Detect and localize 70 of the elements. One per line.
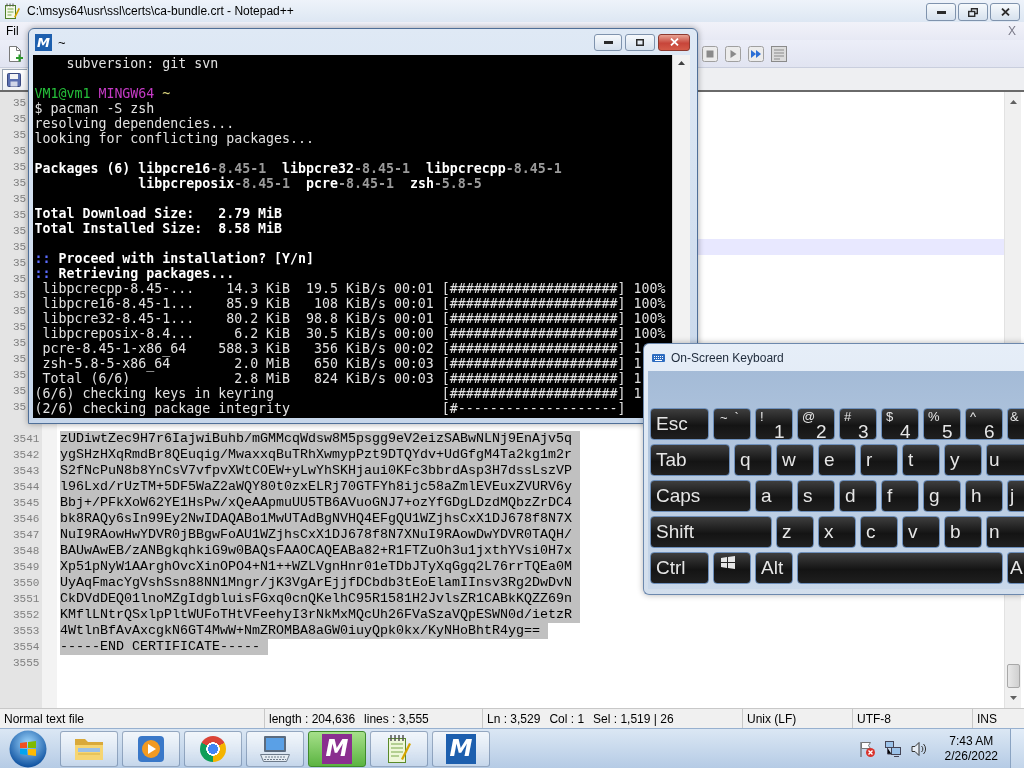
line-number: 3546 xyxy=(13,513,40,526)
line-number: 35 xyxy=(13,129,27,142)
terminal-line: resolving dependencies... xyxy=(34,116,235,131)
m-logo-icon: M xyxy=(322,733,352,764)
terminal-line: Packages (6) libpcre16-8.45-1 libpcre32-8.45-1 libpcrecpp-8.45-1 xyxy=(34,161,562,176)
status-text: UTF-8 xyxy=(857,711,891,726)
line-number: 35 xyxy=(13,113,27,126)
window-title: C:\msys64\usr\ssl\certs\ca-bundle.crt - Notepad++ xyxy=(27,4,294,18)
line-number: 35 xyxy=(13,401,27,414)
line-number: 35 xyxy=(13,225,27,238)
line-number: 3548 xyxy=(13,545,40,558)
line-number: 35 xyxy=(13,369,27,382)
line-number: 3543 xyxy=(13,465,40,478)
status-text: Col : 1 xyxy=(549,711,585,726)
terminal-line: (6/6) checking keys in keyring [#####################] 1 xyxy=(34,386,642,401)
terminal-line: $ pacman -S zsh xyxy=(34,101,155,116)
line-number: 3541 xyxy=(13,433,40,446)
line-number: 3553 xyxy=(13,625,40,638)
line-number: 35 xyxy=(13,193,27,206)
line-number: 3547 xyxy=(13,529,40,542)
line-number: 35 xyxy=(13,273,27,286)
m-logo-icon: M xyxy=(35,33,52,51)
terminal-line: libpcreposix-8.45-1 pcre-8.45-1 zsh-5.8-5 xyxy=(137,176,482,191)
line-number: 35 xyxy=(13,257,27,270)
line-number: 35 xyxy=(13,385,27,398)
terminal-line: libpcreposix-8.4... 6.2 KiB 30.5 KiB/s 00:00 [#####################] 100% xyxy=(41,326,666,341)
status-text: INS xyxy=(977,711,997,726)
status-text: lines : 3,555 xyxy=(364,711,429,726)
terminal-line: Total Installed Size: 8.58 MiB xyxy=(34,221,283,236)
status-text: Sel : 1,519 | 26 xyxy=(593,711,674,726)
line-number: 3544 xyxy=(13,481,40,494)
line-number: 35 xyxy=(13,337,27,350)
terminal-line: libpcre16-8.45-1... 85.9 KiB 108 KiB/s 00:01 [#####################] 100% xyxy=(41,296,666,311)
line-number: 35 xyxy=(13,97,27,110)
terminal-line: zsh-5.8-5-x86_64 2.0 MiB 650 KiB/s 00:03 [#####################] 1 xyxy=(41,356,642,371)
line-number: 35 xyxy=(13,177,27,190)
terminal-line: :: Proceed with installation? [Y/n] xyxy=(34,251,315,266)
line-number: 3555 xyxy=(13,657,40,670)
terminal-line: libpcrecpp-8.45-... 14.3 KiB 19.5 KiB/s 00:01 [#####################] 100% xyxy=(41,281,666,296)
status-text: Normal text file xyxy=(4,711,85,726)
line-number: 3542 xyxy=(13,449,40,462)
status-text: Unix (LF) xyxy=(747,711,797,726)
line-number: 35 xyxy=(13,305,27,318)
line-number: 3549 xyxy=(13,561,40,574)
m-logo-icon: M xyxy=(446,733,476,764)
line-number: 3552 xyxy=(13,609,40,622)
status-text: Ln : 3,529 xyxy=(487,711,541,726)
window-title: ~ xyxy=(58,34,66,50)
line-number: 3545 xyxy=(13,497,40,510)
line-number: 35 xyxy=(13,161,27,174)
terminal-line: pcre-8.45-1-x86_64 588.3 KiB 356 KiB/s 00:02 [#####################] 1 xyxy=(41,341,642,356)
window-title: On-Screen Keyboard xyxy=(671,350,784,365)
terminal-line: VM1@vm1 MINGW64 ~ xyxy=(34,86,171,101)
terminal-line: subversion: git svn xyxy=(65,56,219,71)
line-number: 35 xyxy=(13,321,27,334)
status-text: length : 204,636 xyxy=(269,711,356,726)
line-number: 35 xyxy=(13,241,27,254)
line-number: 35 xyxy=(13,289,27,302)
line-number: 35 xyxy=(13,209,27,222)
line-number: 35 xyxy=(13,145,27,158)
terminal-line: libpcre32-8.45-1... 80.2 KiB 98.8 KiB/s 00:01 [#####################] 100% xyxy=(41,311,666,326)
line-number: 35 xyxy=(13,353,27,366)
line-number: 3551 xyxy=(13,593,40,606)
line-number: 3554 xyxy=(13,641,40,654)
terminal-line: :: Retrieving packages... xyxy=(34,266,235,281)
terminal-line: Total (6/6) 2.8 MiB 824 KiB/s 00:03 [#####################] 1 xyxy=(41,371,642,386)
terminal-line: looking for conflicting packages... xyxy=(34,131,315,146)
terminal-line: (2/6) checking package integrity [#--------------------] xyxy=(34,401,626,416)
terminal-line: Total Download Size: 2.79 MiB xyxy=(34,206,283,221)
line-number: 3550 xyxy=(13,577,40,590)
